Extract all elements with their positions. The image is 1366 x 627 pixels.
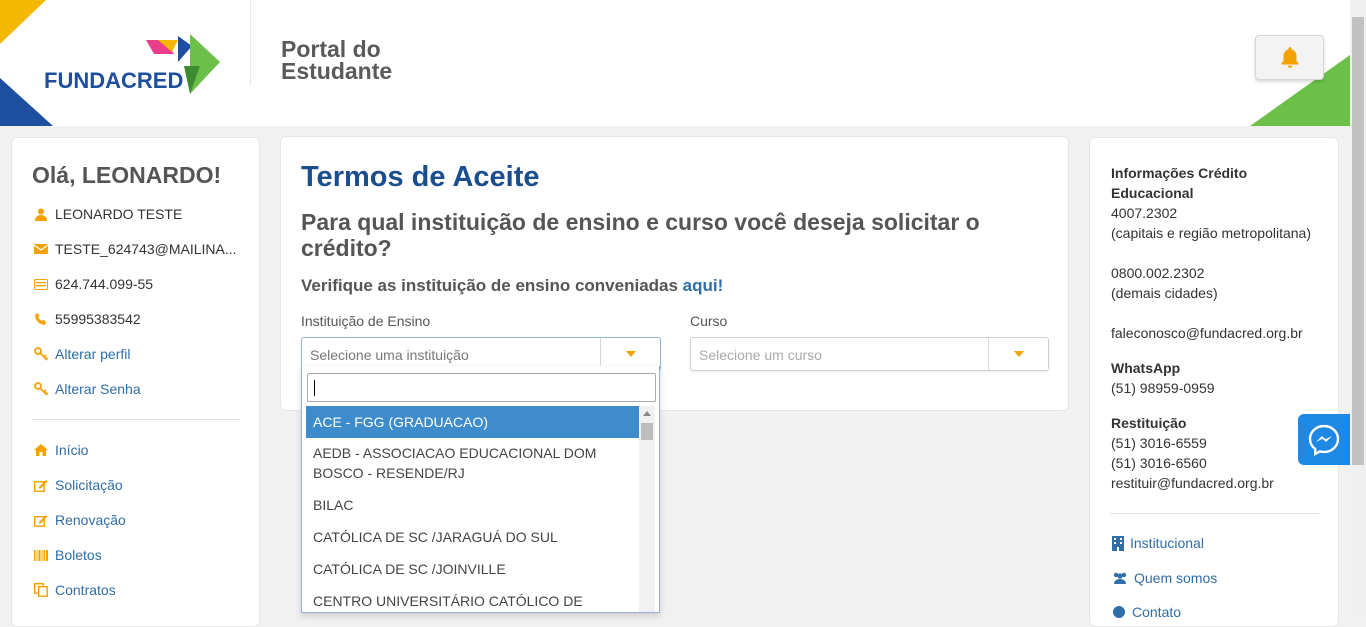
institution-dropdown: ACE - FGG (GRADUACAO) AEDB - ASSOCIACAO … [301,366,660,613]
nav-renovacao[interactable]: Renovação [33,511,126,529]
page-title: Termos de Aceite [301,161,540,193]
restituicao-title: Restituição [1111,415,1187,431]
key-icon [33,382,49,396]
user-email: TESTE_624743@MAILINA... [55,241,237,257]
contact-divider [1110,513,1319,514]
user-phone: 55995383542 [55,311,141,327]
phone-icon [33,313,49,325]
dropdown-scroll-thumb[interactable] [641,423,653,440]
link-institucional[interactable]: Institucional [1112,535,1204,551]
nav-inicio-label: Início [55,442,89,458]
portal-title-line2: Estudante [281,58,393,84]
institution-options: ACE - FGG (GRADUACAO) AEDB - ASSOCIACAO … [306,406,639,612]
course-label: Curso [690,313,728,329]
user-cpf-row: 624.744.099-55 [33,275,153,293]
edit-profile-link[interactable]: Alterar perfil [33,345,130,363]
barcode-icon [33,549,49,561]
nav-renovacao-label: Renovação [55,512,126,528]
edit-icon [33,479,49,492]
link-institucional-label: Institucional [1130,535,1204,551]
home-icon [33,444,49,456]
change-password-label: Alterar Senha [55,381,141,397]
users-icon [1112,572,1128,584]
nav-contratos-label: Contratos [55,582,116,598]
restituicao-phone-2: (51) 3016-6560 [1111,455,1207,471]
nav-boletos-label: Boletos [55,547,102,563]
user-email-row: TESTE_624743@MAILINA... [33,240,237,258]
credit-phone-1: 4007.2302 [1111,205,1178,221]
credit-phone-2-note: (demais cidades) [1111,285,1218,301]
sidebar-divider [32,419,240,420]
change-password-link[interactable]: Alterar Senha [33,380,141,398]
portal-title: Portal do Estudante [281,36,393,84]
copy-icon [33,583,49,597]
course-placeholder: Selecione um curso [699,347,822,363]
institution-option[interactable]: BILAC [306,489,639,521]
institution-search-input[interactable] [307,373,656,402]
building-icon [1112,535,1124,551]
site-header: FUNDACRED Portal do Estudante [0,0,1350,126]
notifications-button[interactable] [1255,35,1324,80]
course-select[interactable]: Selecione um curso [690,337,1049,371]
contact-email: faleconosco@fundacred.org.br [1111,325,1303,341]
link-quem-somos-label: Quem somos [1134,570,1218,586]
page-scroll-thumb[interactable] [1352,17,1364,465]
institution-label: Instituição de Ensino [301,313,431,329]
id-card-icon [33,278,49,290]
whatsapp-info: WhatsApp (51) 98959-0959 [1111,358,1215,398]
chevron-down-icon [625,351,636,357]
credit-info-title: Informações Crédito Educacional [1111,165,1248,201]
institution-placeholder: Selecione uma instituição [310,347,469,363]
header-divider [250,0,251,86]
scroll-up-icon[interactable] [643,411,651,416]
greeting: Olá, LEONARDO! [32,162,222,188]
institution-option[interactable]: CATÓLICA DE SC /JOINVILLE [306,553,639,585]
user-phone-row: 55995383542 [33,310,141,328]
bell-icon [1280,46,1299,68]
verify-text: Verifique as instituição de ensino conve… [301,276,683,295]
link-contato[interactable]: Contato [1112,604,1181,620]
whatsapp-title: WhatsApp [1111,360,1181,376]
user-icon [33,208,49,221]
logo-text: FUNDACRED [44,68,184,93]
institution-option[interactable]: AEDB - ASSOCIACAO EDUCACIONAL DOM BOSCO … [306,438,639,489]
user-name-row: LEONARDO TESTE [33,205,182,223]
user-cpf: 624.744.099-55 [55,276,154,292]
credit-phone-1-note: (capitais e região metropolitana) [1111,225,1311,241]
link-contato-label: Contato [1132,604,1182,620]
chevron-down-icon [1013,351,1024,357]
portal-title-line1: Portal do [281,36,381,62]
fundacred-logo[interactable]: FUNDACRED [40,30,230,100]
credit-phone-2: 0800.002.2302 [1111,265,1205,281]
edit-profile-label: Alterar perfil [55,346,131,362]
map-marker-icon [1112,605,1126,619]
verify-link[interactable]: aqui! [683,276,724,295]
text-cursor [314,380,315,396]
key-icon [33,347,49,361]
restituicao-email: restituir@fundacred.org.br [1111,475,1274,491]
messenger-chat-button[interactable] [1298,414,1350,465]
question-heading: Para qual instituição de ensino e curso … [301,209,980,261]
restituicao-info: Restituição (51) 3016-6559 (51) 3016-656… [1111,413,1274,493]
institution-option[interactable]: CATÓLICA DE SC /JARAGUÁ DO SUL [306,521,639,553]
course-dropdown-toggle[interactable] [988,338,1048,370]
credit-info: Informações Crédito Educacional 4007.230… [1111,163,1326,343]
user-sidebar: Olá, LEONARDO! LEONARDO TESTE TESTE_6247… [11,137,260,627]
nav-solicitacao-label: Solicitação [55,477,123,493]
institution-option[interactable]: ACE - FGG (GRADUACAO) [306,406,639,438]
whatsapp-number: (51) 98959-0959 [1111,380,1215,396]
user-name: LEONARDO TESTE [55,206,183,222]
restituicao-phone-1: (51) 3016-6559 [1111,435,1207,451]
link-quem-somos[interactable]: Quem somos [1112,570,1217,586]
verify-institutions-text: Verifique as instituição de ensino conve… [301,276,723,296]
envelope-icon [33,244,49,254]
nav-contratos[interactable]: Contratos [33,581,116,599]
nav-boletos[interactable]: Boletos [33,546,102,564]
institution-option[interactable]: CENTRO UNIVERSITÁRIO CATÓLICO DE VITÓRIA [306,585,639,612]
messenger-icon [1308,424,1340,456]
edit-icon [33,514,49,527]
nav-solicitacao[interactable]: Solicitação [33,476,123,494]
contact-sidebar: Informações Crédito Educacional 4007.230… [1089,137,1339,627]
nav-inicio[interactable]: Início [33,441,88,459]
